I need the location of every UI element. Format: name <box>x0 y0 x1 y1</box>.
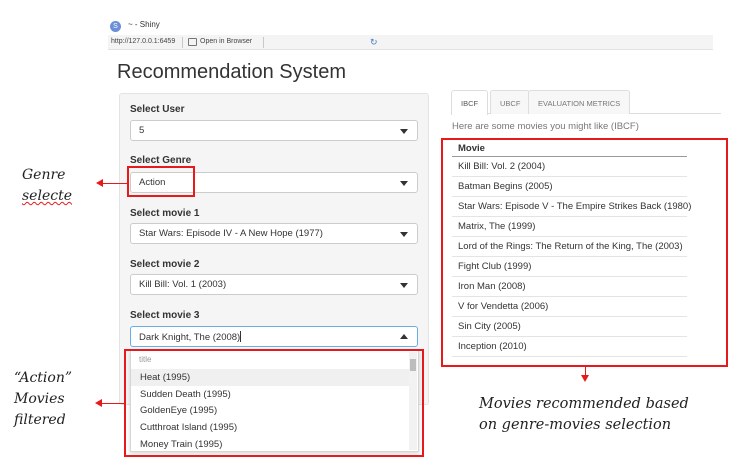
annotation-line: Movies <box>14 391 65 407</box>
select-movie2-label: Select movie 2 <box>130 259 200 270</box>
refresh-icon[interactable]: ↻ <box>370 37 378 48</box>
select-movie1-dropdown[interactable]: Star Wars: Episode IV - A New Hope (1977… <box>130 223 418 244</box>
recommend-arrow-line <box>585 367 586 375</box>
tab-ubcf[interactable]: UBCF <box>490 90 531 114</box>
recommendation-annotation: Movies recommended based on genre-movies… <box>479 394 689 436</box>
window-titlebar: S ~ - Shiny <box>108 19 713 35</box>
select-movie3-label: Select movie 3 <box>130 310 200 321</box>
arrow-left-icon <box>95 399 102 407</box>
select-user-value: 5 <box>139 125 145 136</box>
open-in-browser-icon[interactable] <box>188 38 197 46</box>
text-cursor <box>240 331 242 342</box>
select-movie3-input[interactable]: Dark Knight, The (2008) <box>130 326 418 347</box>
open-in-browser-button[interactable]: Open in Browser <box>200 38 252 45</box>
annotation-line: selecte <box>22 188 72 204</box>
select-genre-label: Select Genre <box>130 155 192 166</box>
caret-down-icon <box>400 181 408 186</box>
toolbar-divider <box>182 37 183 48</box>
tab-bar: IBCF UBCF EVALUATION METRICS <box>451 90 721 115</box>
page-title: Recommendation System <box>117 61 346 83</box>
arrow-left-icon <box>96 179 103 187</box>
select-user-label: Select User <box>130 104 185 115</box>
caret-down-icon <box>400 283 408 288</box>
select-movie1-value: Star Wars: Episode IV - A New Hope (1977… <box>139 228 323 239</box>
toolbar-divider <box>263 37 264 48</box>
url-text[interactable]: http://127.0.0.1:6459 <box>111 38 175 45</box>
select-movie1-label: Select movie 1 <box>130 208 200 219</box>
recommendations-highlight-box <box>441 138 728 367</box>
genre-arrow-line <box>102 183 127 184</box>
select-movie3-value: Dark Knight, The (2008) <box>139 332 241 343</box>
action-annotation: “Action” Movies filtered <box>14 368 72 431</box>
arrow-down-icon <box>581 375 589 382</box>
dropdown-highlight-box <box>124 349 424 457</box>
genre-annotation: Genre selecte <box>22 165 72 207</box>
shiny-app-icon: S <box>110 21 121 32</box>
annotation-line: Genre <box>22 167 66 183</box>
recommendations-heading: Here are some movies you might like (IBC… <box>452 121 639 132</box>
select-user-dropdown[interactable]: 5 <box>130 120 418 141</box>
annotation-line: “Action” <box>14 370 73 386</box>
annotation-line: filtered <box>14 412 66 428</box>
window-title: ~ - Shiny <box>128 20 160 29</box>
tab-evaluation-metrics[interactable]: EVALUATION METRICS <box>528 90 631 114</box>
caret-up-icon <box>400 334 408 339</box>
address-bar: http://127.0.0.1:6459 Open in Browser ↻ <box>108 35 713 50</box>
tab-ibcf[interactable]: IBCF <box>451 90 489 115</box>
annotation-line: on genre-movies selection <box>479 417 672 433</box>
caret-down-icon <box>400 232 408 237</box>
action-arrow-line <box>101 403 124 404</box>
select-movie2-value: Kill Bill: Vol. 1 (2003) <box>139 279 227 290</box>
select-movie2-dropdown[interactable]: Kill Bill: Vol. 1 (2003) <box>130 274 418 295</box>
caret-down-icon <box>400 129 408 134</box>
genre-highlight-box <box>127 166 195 197</box>
annotation-line: Movies recommended based <box>479 396 689 412</box>
